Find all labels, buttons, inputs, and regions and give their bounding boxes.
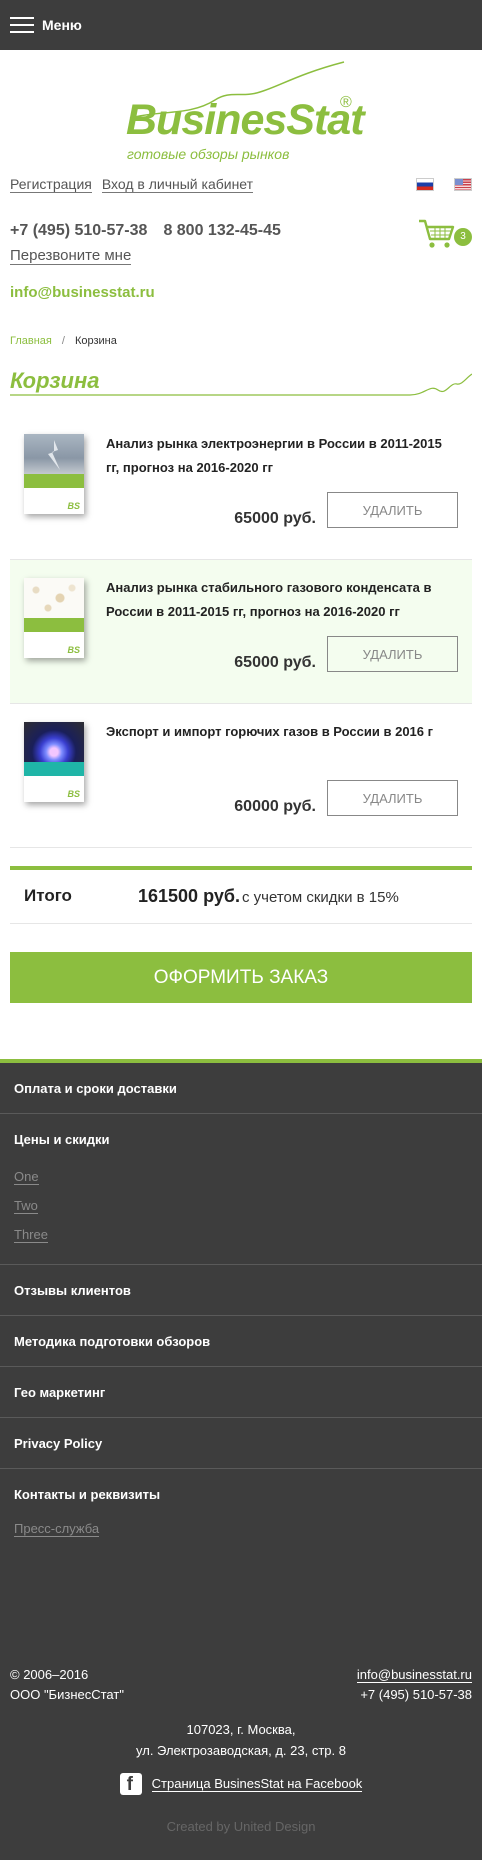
footer-contacts: info@businesstat.ru +7 (495) 510-57-38 <box>356 1665 472 1705</box>
facebook-link[interactable]: Страница BusinesStat на Facebook <box>151 1776 363 1792</box>
footer-address: 107023, г. Москва, ул. Электрозаводская,… <box>0 1719 482 1761</box>
breadcrumb-home[interactable]: Главная <box>10 335 52 347</box>
total-sum: 161500 руб. <box>138 886 240 906</box>
header-email[interactable]: info@businesstat.ru <box>10 284 155 301</box>
footer-prices-submenu: One Two Three <box>0 1165 482 1265</box>
language-flags <box>396 178 472 191</box>
logo-text: BusinesStat <box>126 96 365 144</box>
item-title[interactable]: Анализ рынка электроэнергии в России в 2… <box>106 432 446 480</box>
company-name: ООО "БизнесСтат" <box>10 1687 124 1702</box>
footer-sub-two[interactable]: Two <box>14 1198 38 1214</box>
cart-item: BS Экспорт и импорт горючих газов в Росс… <box>10 704 472 848</box>
footer-contacts-submenu: Пресс-служба <box>0 1520 482 1538</box>
item-title[interactable]: Экспорт и импорт горючих газов в России … <box>106 720 446 744</box>
delete-button[interactable]: УДАЛИТЬ <box>327 492 458 528</box>
book-cover[interactable]: BS <box>24 578 84 658</box>
checkout-button[interactable]: ОФОРМИТЬ ЗАКАЗ <box>10 952 472 1003</box>
callback-link[interactable]: Перезвоните мне <box>10 247 132 265</box>
phone-free[interactable]: 8 800 132-45-45 <box>163 222 280 239</box>
cart-count-badge: 3 <box>454 228 472 246</box>
address-line-1: 107023, г. Москва, <box>186 1722 296 1737</box>
book-logo: BS <box>67 645 80 655</box>
phones: +7 (495) 510-57-38 8 800 132-45-45 <box>10 222 281 240</box>
address-line-2: ул. Электрозаводская, д. 23, стр. 8 <box>136 1743 346 1758</box>
auth-row: Регистрация Вход в личный кабинет <box>10 176 472 193</box>
footer-item-geo[interactable]: Гео маркетинг <box>0 1367 482 1418</box>
book-cover[interactable]: BS <box>24 722 84 802</box>
footer-phone[interactable]: +7 (495) 510-57-38 <box>357 1685 472 1705</box>
footer-sub-one[interactable]: One <box>14 1169 39 1185</box>
ru-flag-icon[interactable] <box>416 178 434 191</box>
book-cover[interactable]: BS <box>24 434 84 514</box>
footer: Оплата и сроки доставки Цены и скидки On… <box>0 1059 482 1860</box>
menu-label[interactable]: Меню <box>42 17 82 33</box>
book-cover-band <box>24 618 84 632</box>
footer-item-methodology[interactable]: Методика подготовки обзоров <box>0 1316 482 1367</box>
cart-item: BS Анализ рынка стабильного газового кон… <box>10 560 472 704</box>
order-total: Итого 161500 руб. с учетом скидки в 15% <box>10 866 472 924</box>
top-bar: Меню <box>0 0 482 50</box>
footer-sub-press[interactable]: Пресс-служба <box>14 1521 100 1537</box>
breadcrumb: Главная / Корзина <box>10 335 117 347</box>
footer-credit[interactable]: Created by United Design <box>0 1819 482 1834</box>
footer-sub-three[interactable]: Three <box>14 1227 48 1243</box>
register-link[interactable]: Регистрация <box>10 176 92 193</box>
login-link[interactable]: Вход в личный кабинет <box>101 176 254 193</box>
delete-button[interactable]: УДАЛИТЬ <box>327 780 458 816</box>
facebook-row: Страница BusinesStat на Facebook <box>0 1773 482 1796</box>
hamburger-menu-icon[interactable] <box>10 17 34 33</box>
book-cover-band <box>24 474 84 488</box>
delete-button[interactable]: УДАЛИТЬ <box>327 636 458 672</box>
cart-button[interactable]: 3 <box>418 218 472 250</box>
cart-item: BS Анализ рынка электроэнергии в России … <box>10 416 472 560</box>
logo-registered: ® <box>340 94 352 111</box>
discount-note: с учетом скидки в 15% <box>242 889 399 906</box>
total-label: Итого <box>24 886 72 905</box>
book-logo: BS <box>67 501 80 511</box>
electricity-icon <box>48 440 60 470</box>
footer-menu: Оплата и сроки доставки Цены и скидки On… <box>0 1063 482 1538</box>
footer-item-contacts[interactable]: Контакты и реквизиты <box>0 1469 482 1520</box>
footer-email[interactable]: info@businesstat.ru <box>356 1667 472 1683</box>
item-price: 65000 руб. <box>234 510 316 527</box>
book-cover-band <box>24 762 84 776</box>
logo-tagline: готовые обзоры рынков <box>127 146 290 162</box>
footer-copyright: © 2006–2016 ООО "БизнесСтат" <box>10 1665 124 1705</box>
breadcrumb-current: Корзина <box>74 335 117 347</box>
cart-icon <box>419 219 455 248</box>
footer-item-delivery[interactable]: Оплата и сроки доставки <box>0 1063 482 1114</box>
title-underline <box>10 373 472 396</box>
footer-item-privacy[interactable]: Privacy Policy <box>0 1418 482 1469</box>
book-cover-image <box>24 722 84 762</box>
footer-item-prices[interactable]: Цены и скидки <box>0 1114 482 1165</box>
cart-items: BS Анализ рынка электроэнергии в России … <box>10 416 472 848</box>
item-price: 65000 руб. <box>234 654 316 671</box>
us-flag-icon[interactable] <box>454 178 472 191</box>
item-title[interactable]: Анализ рынка стабильного газового конден… <box>106 576 446 624</box>
facebook-icon[interactable] <box>119 1773 142 1796</box>
phone-main[interactable]: +7 (495) 510-57-38 <box>10 222 147 239</box>
breadcrumb-separator: / <box>61 335 65 347</box>
book-cover-image <box>24 578 84 618</box>
logo[interactable]: BusinesStat ® готовые обзоры рынков <box>0 50 482 170</box>
footer-item-reviews[interactable]: Отзывы клиентов <box>0 1265 482 1316</box>
copyright-years: © 2006–2016 <box>10 1667 89 1682</box>
book-logo: BS <box>67 789 80 799</box>
item-price: 60000 руб. <box>234 798 316 815</box>
